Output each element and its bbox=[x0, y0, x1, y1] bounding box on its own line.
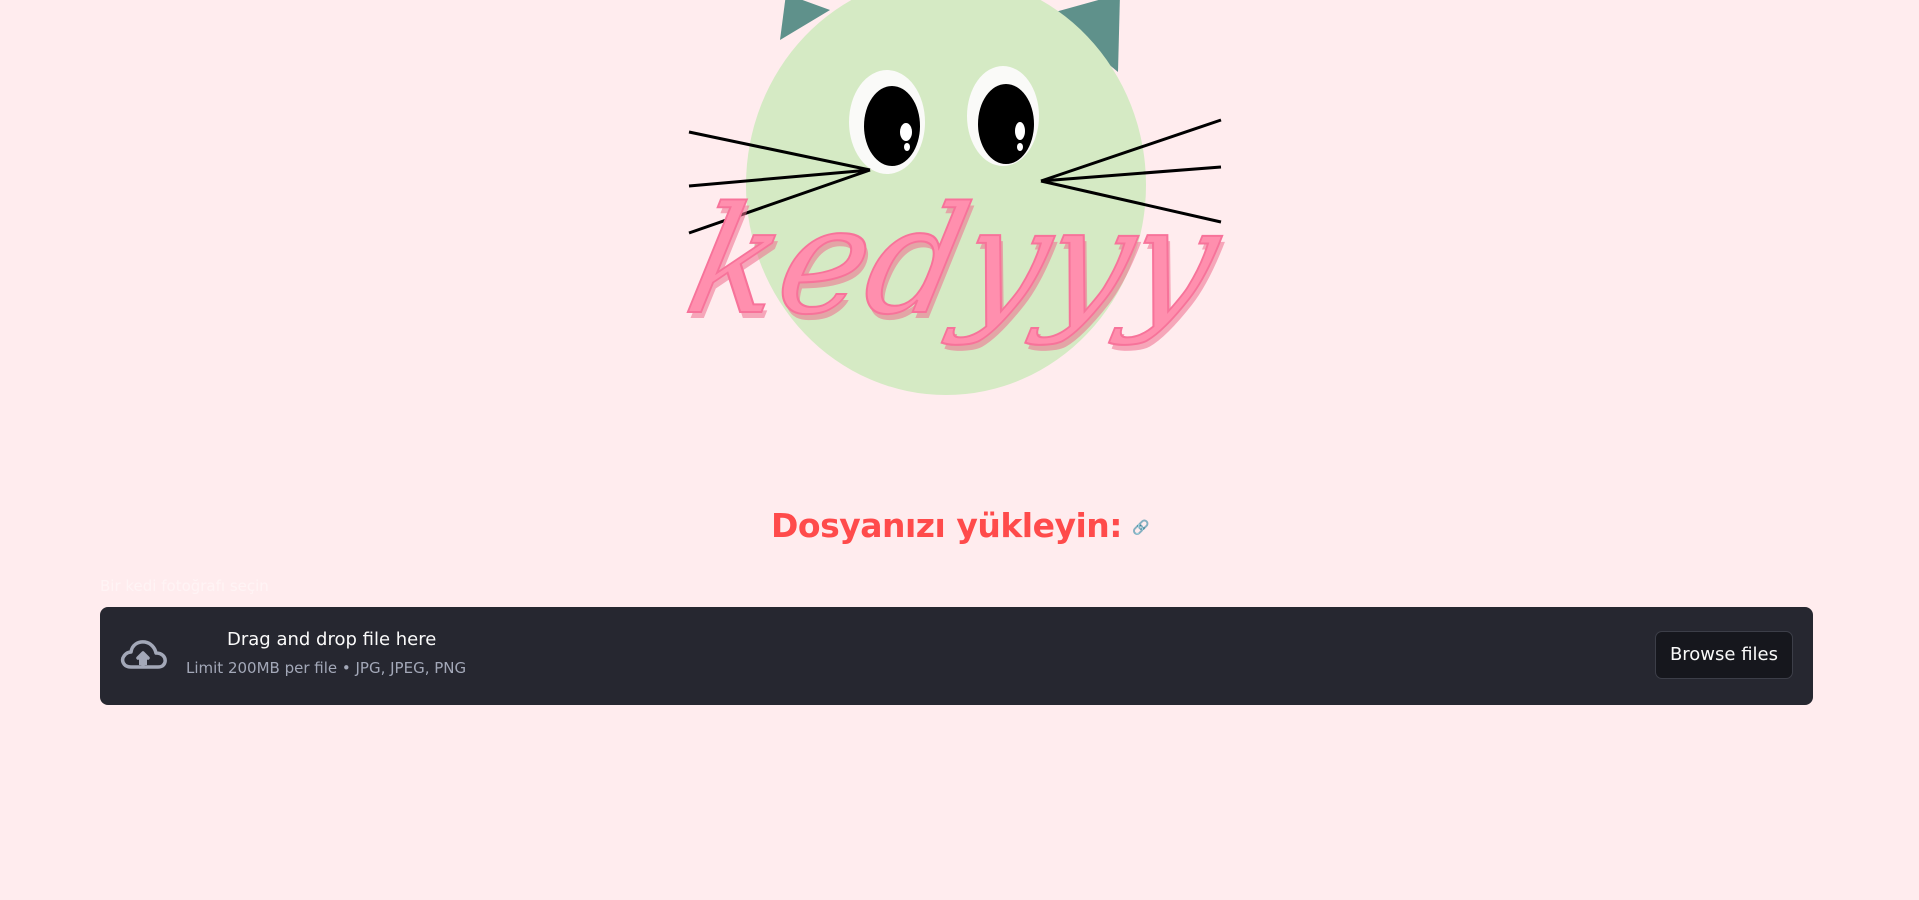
uploader-label: Bir kedi fotoğrafı seçin bbox=[100, 577, 269, 595]
page: kedyyy kedyyy Dosyanızı yükleyin: 🔗 Bir k… bbox=[0, 0, 1919, 900]
dropzone-instructions: Drag and drop file here Limit 200MB per … bbox=[186, 629, 466, 677]
drag-drop-text: Drag and drop file here bbox=[227, 629, 437, 650]
file-limit-text: Limit 200MB per file • JPG, JPEG, PNG bbox=[186, 659, 467, 677]
page-heading-text: Dosyanızı yükleyin: bbox=[771, 506, 1122, 545]
cloud-upload-icon bbox=[120, 640, 167, 669]
page-heading: Dosyanızı yükleyin: 🔗 bbox=[0, 506, 1919, 545]
logo-wordmark-front: kedyyy bbox=[680, 176, 1236, 348]
browse-files-button[interactable]: Browse files bbox=[1654, 631, 1793, 679]
link-icon[interactable]: 🔗 bbox=[1132, 520, 1149, 536]
file-dropzone[interactable]: Drag and drop file here Limit 200MB per … bbox=[100, 607, 1813, 705]
kedyyy-logo: kedyyy kedyyy bbox=[680, 0, 1239, 395]
